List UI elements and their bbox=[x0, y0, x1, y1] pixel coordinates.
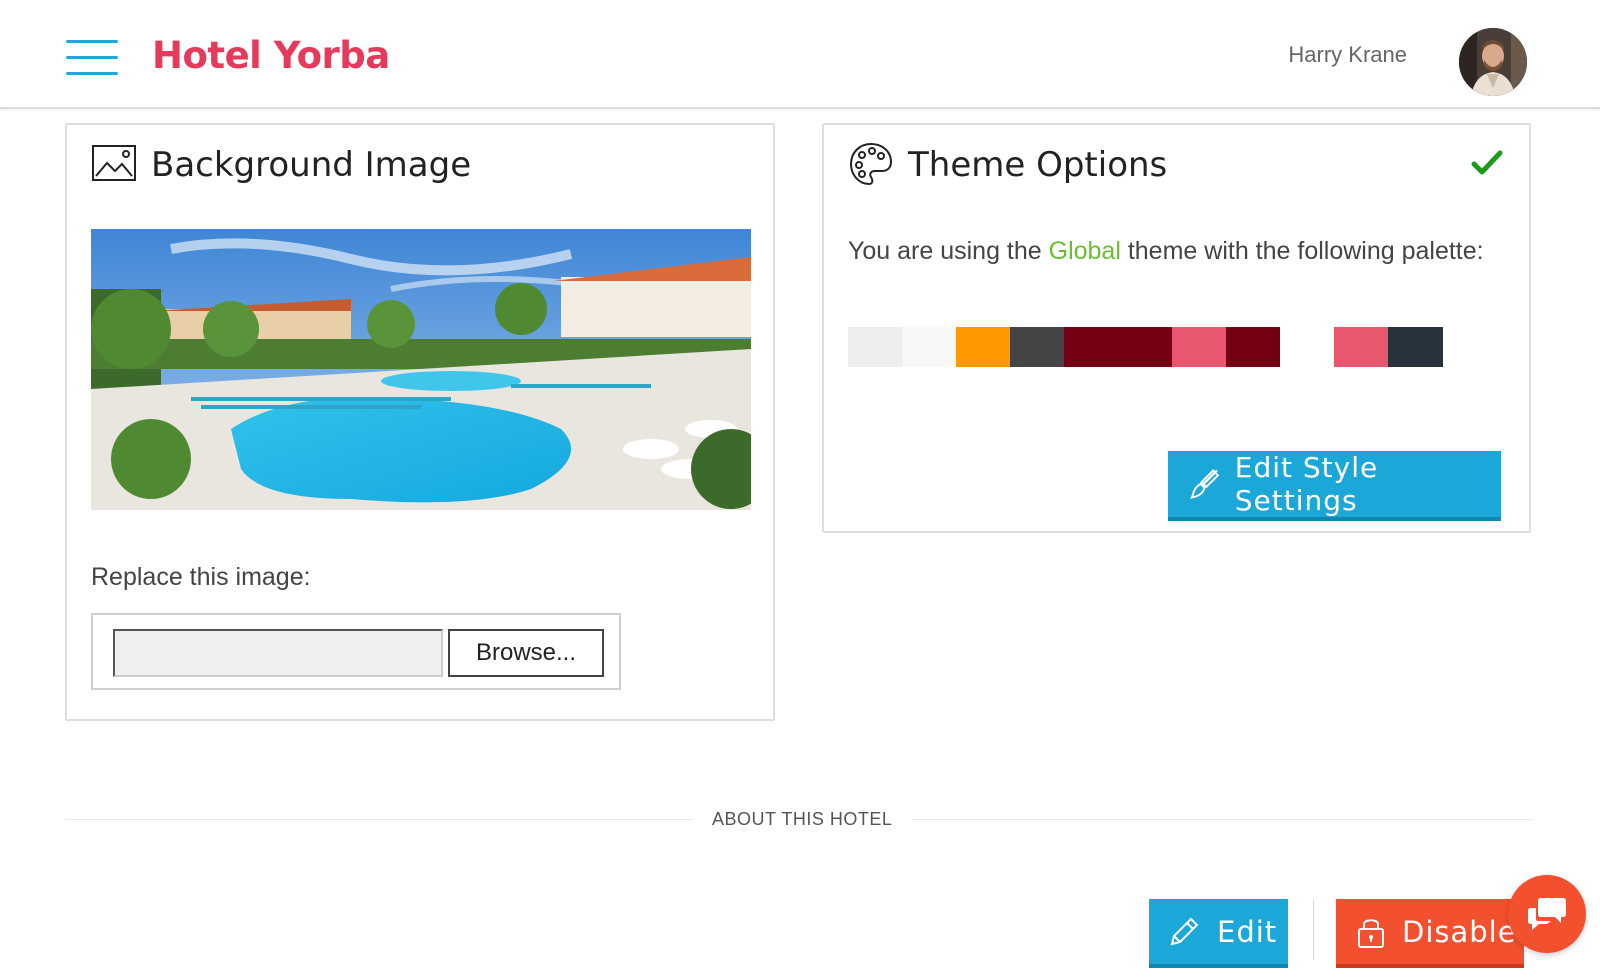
palette-swatch bbox=[1280, 327, 1335, 367]
button-separator bbox=[1313, 900, 1314, 960]
palette-icon bbox=[849, 142, 893, 186]
edit-style-settings-label: Edit Style Settings bbox=[1234, 451, 1379, 517]
theme-name: Global bbox=[1048, 237, 1121, 265]
background-image-title: Background Image bbox=[151, 145, 472, 185]
palette-swatch bbox=[956, 327, 1011, 367]
checkmark-icon bbox=[1471, 150, 1503, 175]
hamburger-menu-icon[interactable] bbox=[66, 40, 118, 76]
replace-image-label: Replace this image: bbox=[91, 563, 311, 591]
file-upload-box: Browse... bbox=[91, 613, 621, 690]
palette-swatch bbox=[1064, 327, 1119, 367]
theme-options-card: Theme Options You are using the Global t… bbox=[822, 123, 1531, 533]
palette-swatch bbox=[1334, 327, 1389, 367]
lock-icon bbox=[1358, 918, 1384, 948]
color-palette bbox=[848, 327, 1458, 367]
palette-swatch bbox=[1172, 327, 1227, 367]
user-name[interactable]: Harry Krane bbox=[1288, 42, 1407, 68]
chat-bubbles-icon[interactable] bbox=[1508, 875, 1586, 953]
about-hotel-heading: ABOUT THIS HOTEL bbox=[692, 809, 913, 830]
browse-button[interactable]: Browse... bbox=[448, 629, 604, 677]
brand-logo[interactable]: Hotel Yorba bbox=[152, 34, 390, 77]
theme-description: You are using the Global theme with the … bbox=[848, 231, 1488, 271]
theme-desc-after: theme with the following palette: bbox=[1120, 237, 1484, 265]
palette-swatch bbox=[1118, 327, 1173, 367]
pencil-icon bbox=[1170, 917, 1199, 945]
edit-label: Edit bbox=[1217, 914, 1278, 949]
hotel-pool-photo bbox=[91, 229, 751, 510]
palette-swatch bbox=[1226, 327, 1281, 367]
palette-swatch bbox=[848, 327, 903, 367]
top-navbar: Hotel Yorba Harry Krane bbox=[0, 0, 1600, 109]
background-image-card: Background Image Replace this image: Bro… bbox=[65, 123, 775, 721]
palette-swatch bbox=[1388, 327, 1443, 367]
edit-button[interactable]: Edit bbox=[1149, 899, 1288, 968]
disable-label: Disable bbox=[1402, 914, 1517, 949]
disable-button[interactable]: Disable bbox=[1336, 899, 1524, 968]
palette-swatch bbox=[902, 327, 957, 367]
file-path-field[interactable] bbox=[113, 629, 443, 677]
palette-swatch bbox=[1010, 327, 1065, 367]
theme-desc-before: You are using the bbox=[848, 237, 1049, 265]
paintbrush-icon bbox=[1190, 469, 1220, 499]
user-avatar[interactable] bbox=[1459, 28, 1527, 96]
theme-options-title: Theme Options bbox=[908, 145, 1168, 185]
edit-style-settings-button[interactable]: Edit Style Settings bbox=[1168, 451, 1501, 521]
image-icon bbox=[92, 145, 136, 181]
